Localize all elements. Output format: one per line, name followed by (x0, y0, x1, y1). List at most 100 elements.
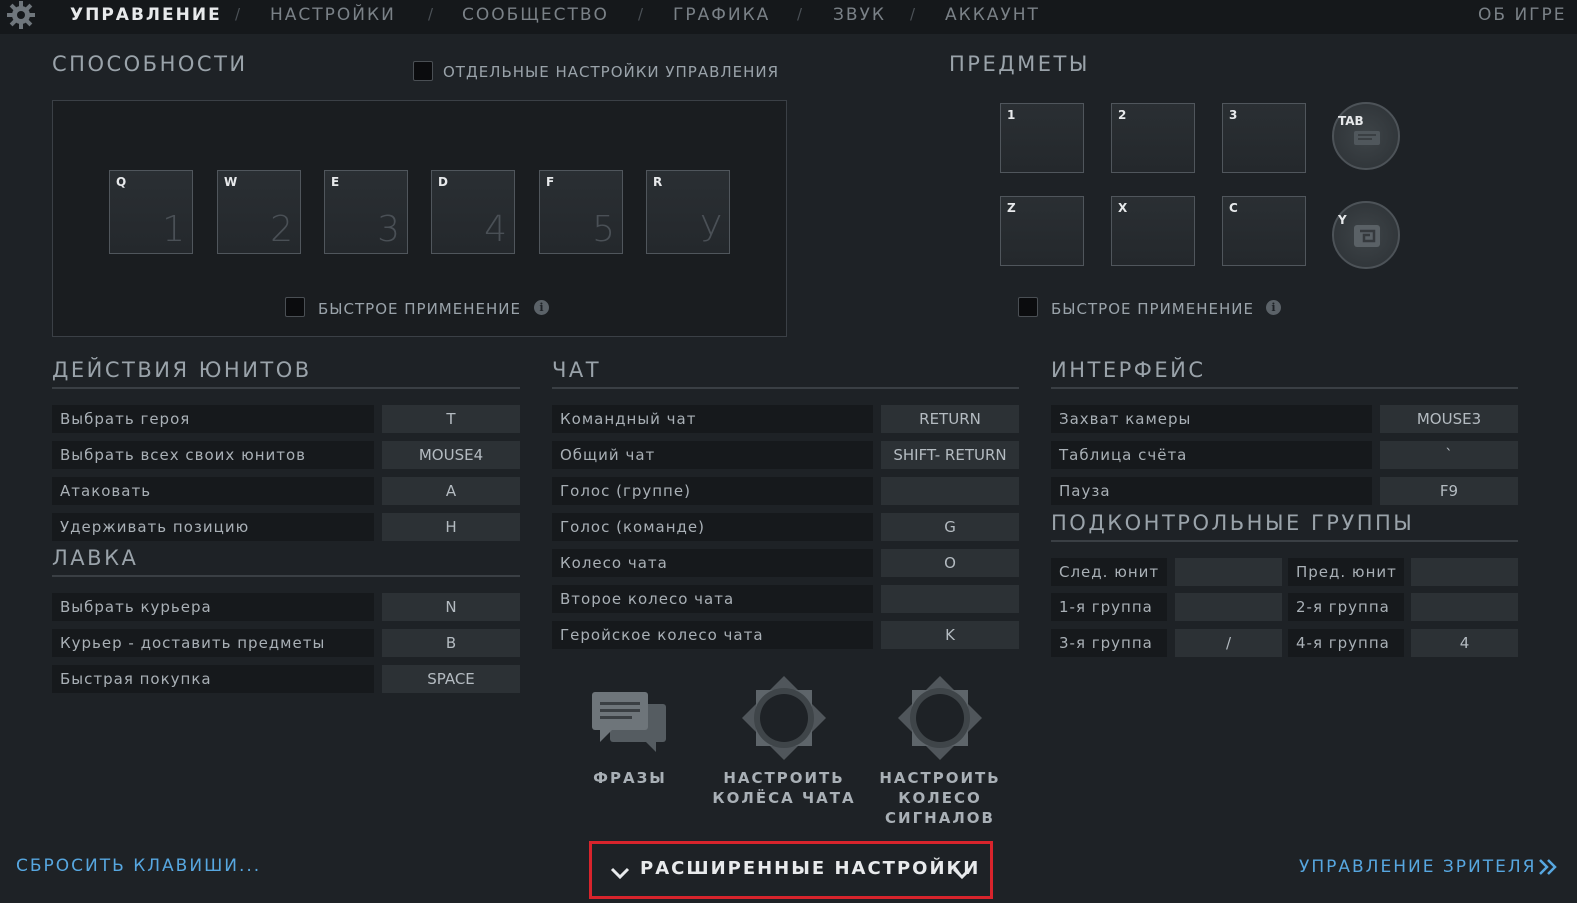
keybind-label: 4-я группа (1288, 629, 1404, 657)
item-key: C (1229, 201, 1238, 215)
chat-wheel-label-line1[interactable]: НАСТРОИТЬ (704, 768, 864, 788)
keybind-button[interactable]: SPACE (382, 665, 520, 693)
ability-slot[interactable]: W 2 (217, 170, 301, 254)
item-slot[interactable]: 3 (1222, 103, 1306, 173)
item-slot[interactable]: 2 (1111, 103, 1195, 173)
advanced-settings-button[interactable]: РАСШИРЕННЫЕ НАСТРОЙКИ (589, 841, 993, 899)
ability-key: F (546, 175, 555, 189)
keybind-button[interactable]: O (881, 549, 1019, 577)
ability-key: R (653, 175, 663, 189)
chat-wheel-label-line2[interactable]: КОЛЁСА ЧАТА (704, 788, 864, 808)
item-slot[interactable]: Z (1000, 196, 1084, 266)
double-chevron-right-icon[interactable] (1538, 858, 1558, 876)
section-divider (552, 387, 1019, 389)
keybind-label: Общий чат (552, 441, 873, 469)
keybind-button[interactable] (1175, 593, 1282, 621)
scroll-icon (1354, 225, 1380, 247)
keybind-label: Командный чат (552, 405, 873, 433)
item-slot[interactable]: 1 (1000, 103, 1084, 173)
ability-key: Q (116, 175, 127, 189)
ability-slot[interactable]: E 3 (324, 170, 408, 254)
reset-keys-link[interactable]: СБРОСИТЬ КЛАВИШИ... (16, 856, 261, 876)
ping-wheel-label-line1[interactable]: НАСТРОИТЬ (860, 768, 1020, 788)
keybind-label: Захват камеры (1051, 405, 1372, 433)
info-icon[interactable]: i (534, 300, 549, 315)
keybind-button[interactable]: N (382, 593, 520, 621)
tab-graphics[interactable]: ГРАФИКА (673, 5, 770, 25)
items-quickcast-label: БЫСТРОЕ ПРИМЕНЕНИЕ (1051, 300, 1254, 318)
ability-slot[interactable]: R У (646, 170, 730, 254)
keybind-label: Удерживать позицию (52, 513, 374, 541)
keybind-button[interactable]: MOUSE4 (382, 441, 520, 469)
keybind-button[interactable]: B (382, 629, 520, 657)
separate-controls-checkbox[interactable] (413, 61, 433, 81)
keybind-button[interactable] (1411, 558, 1518, 586)
spectator-controls-link[interactable]: УПРАВЛЕНИЕ ЗРИТЕЛЯ (1299, 857, 1536, 877)
ability-slot[interactable]: F 5 (539, 170, 623, 254)
tp-scroll-slot[interactable]: TAB (1332, 102, 1400, 170)
keybind-label: След. юнит (1051, 558, 1167, 586)
ability-slot[interactable]: D 4 (431, 170, 515, 254)
nav-separator: / (428, 5, 434, 23)
ping-wheel-label-line3[interactable]: СИГНАЛОВ (860, 808, 1020, 828)
tab-key-label: TAB (1338, 114, 1364, 128)
section-divider (52, 575, 520, 577)
section-divider (1051, 387, 1518, 389)
keybind-label: Выбрать всех своих юнитов (52, 441, 374, 469)
teleport-icon (1354, 131, 1380, 145)
keybind-button[interactable] (1411, 593, 1518, 621)
tab-account[interactable]: АККАУНТ (945, 5, 1040, 25)
gear-icon[interactable] (4, 0, 38, 30)
neutral-item-slot[interactable]: Y (1332, 201, 1400, 269)
phrases-icon[interactable] (588, 688, 670, 758)
tab-community[interactable]: СООБЩЕСТВО (462, 5, 609, 25)
keybind-button[interactable]: MOUSE3 (1380, 405, 1518, 433)
phrases-label[interactable]: ФРАЗЫ (580, 768, 680, 788)
items-title: ПРЕДМЕТЫ (949, 52, 1090, 76)
tab-sound[interactable]: ЗВУК (833, 5, 886, 25)
keybind-button[interactable]: A (382, 477, 520, 505)
interface-title: ИНТЕРФЕЙС (1051, 358, 1206, 382)
keybind-button[interactable]: G (881, 513, 1019, 541)
abilities-quickcast-checkbox[interactable] (285, 297, 305, 317)
ability-number: 2 (270, 209, 293, 250)
keybind-button[interactable] (1175, 558, 1282, 586)
keybind-label: 1-я группа (1051, 593, 1167, 621)
info-icon[interactable]: i (1266, 300, 1281, 315)
ability-key: E (331, 175, 340, 189)
keybind-button[interactable]: ` (1380, 441, 1518, 469)
keybind-button[interactable]: F9 (1380, 477, 1518, 505)
y-key-label: Y (1338, 213, 1347, 227)
ability-number: 5 (592, 209, 615, 250)
item-key: 1 (1007, 108, 1016, 122)
keybind-button[interactable]: RETURN (881, 405, 1019, 433)
item-key: 2 (1118, 108, 1127, 122)
item-key: Z (1007, 201, 1016, 215)
nav-separator: / (638, 5, 644, 23)
item-slot[interactable]: X (1111, 196, 1195, 266)
ability-slot[interactable]: Q 1 (109, 170, 193, 254)
keybind-button[interactable]: H (382, 513, 520, 541)
items-quickcast-checkbox[interactable] (1018, 297, 1038, 317)
keybind-button[interactable]: SHIFT- RETURN (881, 441, 1019, 469)
keybind-button[interactable] (881, 477, 1019, 505)
keybind-button[interactable] (881, 585, 1019, 613)
item-slot[interactable]: C (1222, 196, 1306, 266)
keybind-button[interactable]: 4 (1411, 629, 1518, 657)
keybind-button[interactable]: K (881, 621, 1019, 649)
tab-settings[interactable]: НАСТРОЙКИ (270, 5, 396, 25)
ping-wheel-label-line2[interactable]: КОЛЕСО (860, 788, 1020, 808)
keybind-button[interactable]: T (382, 405, 520, 433)
tab-about[interactable]: ОБ ИГРЕ (1478, 5, 1567, 25)
ping-wheel-icon[interactable] (896, 674, 984, 766)
chat-wheel-icon[interactable] (740, 674, 828, 766)
keybind-label: 2-я группа (1288, 593, 1404, 621)
keybind-button[interactable]: / (1175, 629, 1282, 657)
nav-separator: / (910, 5, 916, 23)
keybind-label: Второе колесо чата (552, 585, 873, 613)
ability-key: D (438, 175, 448, 189)
keybind-label: Колесо чата (552, 549, 873, 577)
ability-number: У (700, 209, 722, 250)
ability-number: 3 (377, 209, 400, 250)
tab-controls[interactable]: УПРАВЛЕНИЕ (70, 5, 222, 25)
